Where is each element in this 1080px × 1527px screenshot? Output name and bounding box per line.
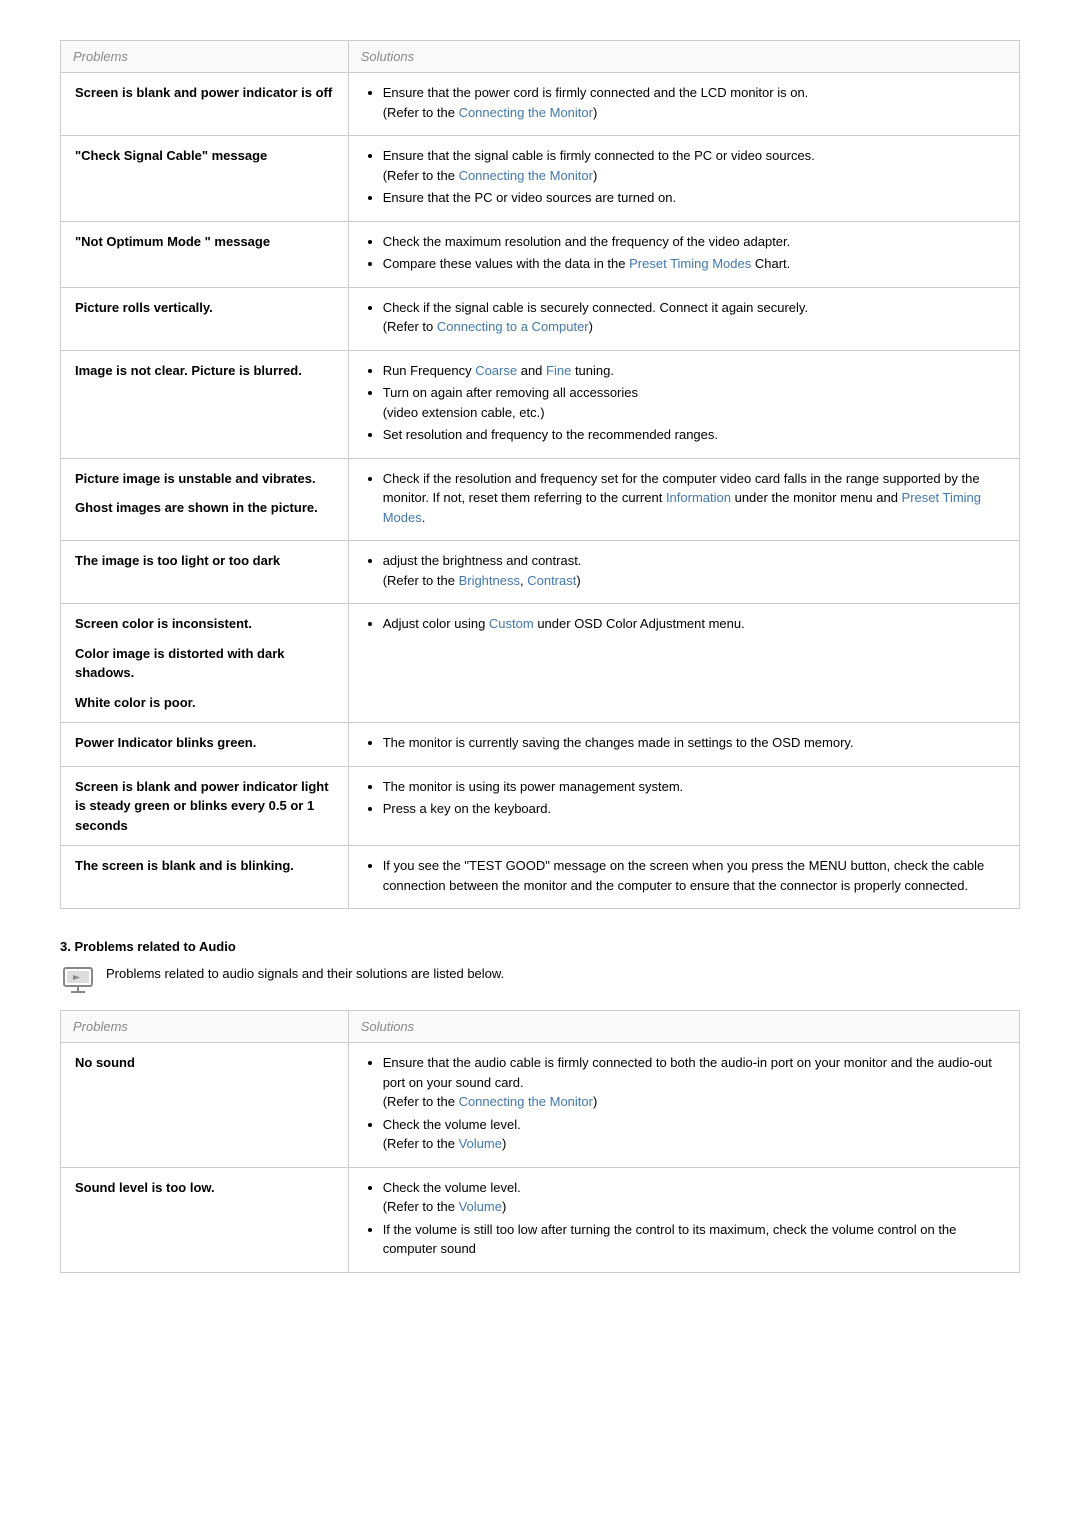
- problem-cell: Image is not clear. Picture is blurred.: [61, 350, 349, 458]
- table-row: Screen is blank and power indicator is o…: [61, 73, 1020, 136]
- table-row: The screen is blank and is blinking.If y…: [61, 846, 1020, 909]
- solution-cell: Adjust color using Custom under OSD Colo…: [348, 604, 1019, 723]
- table-row: "Check Signal Cable" messageEnsure that …: [61, 136, 1020, 222]
- problem-cell: The image is too light or too dark: [61, 541, 349, 604]
- solution-cell: Ensure that the audio cable is firmly co…: [348, 1043, 1019, 1168]
- section2-title: 3. Problems related to Audio: [60, 939, 1020, 954]
- table-row: Sound level is too low.Check the volume …: [61, 1167, 1020, 1272]
- table1-col2-header: Solutions: [348, 41, 1019, 73]
- problems-table-2: Problems Solutions No soundEnsure that t…: [60, 1010, 1020, 1273]
- problems-table-1: Problems Solutions Screen is blank and p…: [60, 40, 1020, 909]
- problem-cell: Screen is blank and power indicator is o…: [61, 73, 349, 136]
- solution-cell: Run Frequency Coarse and Fine tuning.Tur…: [348, 350, 1019, 458]
- problem-cell: Screen color is inconsistent.Color image…: [61, 604, 349, 723]
- solution-cell: Ensure that the signal cable is firmly c…: [348, 136, 1019, 222]
- problem-cell: No sound: [61, 1043, 349, 1168]
- problem-cell: Picture rolls vertically.: [61, 287, 349, 350]
- table-row: "Not Optimum Mode " messageCheck the max…: [61, 221, 1020, 287]
- problem-cell: Sound level is too low.: [61, 1167, 349, 1272]
- problem-cell: Power Indicator blinks green.: [61, 723, 349, 767]
- table-row: The image is too light or too darkadjust…: [61, 541, 1020, 604]
- solution-cell: Ensure that the power cord is firmly con…: [348, 73, 1019, 136]
- table1-col1-header: Problems: [61, 41, 349, 73]
- note-text: Problems related to audio signals and th…: [106, 962, 504, 981]
- solution-cell: Check the volume level.(Refer to the Vol…: [348, 1167, 1019, 1272]
- table-row: Screen is blank and power indicator ligh…: [61, 766, 1020, 846]
- table-row: Screen color is inconsistent.Color image…: [61, 604, 1020, 723]
- table2-col1-header: Problems: [61, 1011, 349, 1043]
- note-box: Problems related to audio signals and th…: [60, 962, 1020, 998]
- solution-cell: The monitor is using its power managemen…: [348, 766, 1019, 846]
- table2-col2-header: Solutions: [348, 1011, 1019, 1043]
- problem-cell: Picture image is unstable and vibrates.G…: [61, 458, 349, 541]
- problem-cell: The screen is blank and is blinking.: [61, 846, 349, 909]
- table-row: No soundEnsure that the audio cable is f…: [61, 1043, 1020, 1168]
- table-row: Picture rolls vertically.Check if the si…: [61, 287, 1020, 350]
- solution-cell: adjust the brightness and contrast.(Refe…: [348, 541, 1019, 604]
- solution-cell: Check if the resolution and frequency se…: [348, 458, 1019, 541]
- problem-cell: "Not Optimum Mode " message: [61, 221, 349, 287]
- solution-cell: Check if the signal cable is securely co…: [348, 287, 1019, 350]
- problem-cell: Screen is blank and power indicator ligh…: [61, 766, 349, 846]
- table-row: Power Indicator blinks green.The monitor…: [61, 723, 1020, 767]
- solution-cell: The monitor is currently saving the chan…: [348, 723, 1019, 767]
- table-row: Picture image is unstable and vibrates.G…: [61, 458, 1020, 541]
- problem-cell: "Check Signal Cable" message: [61, 136, 349, 222]
- solution-cell: Check the maximum resolution and the fre…: [348, 221, 1019, 287]
- table-row: Image is not clear. Picture is blurred.R…: [61, 350, 1020, 458]
- solution-cell: If you see the "TEST GOOD" message on th…: [348, 846, 1019, 909]
- note-icon: [60, 962, 96, 998]
